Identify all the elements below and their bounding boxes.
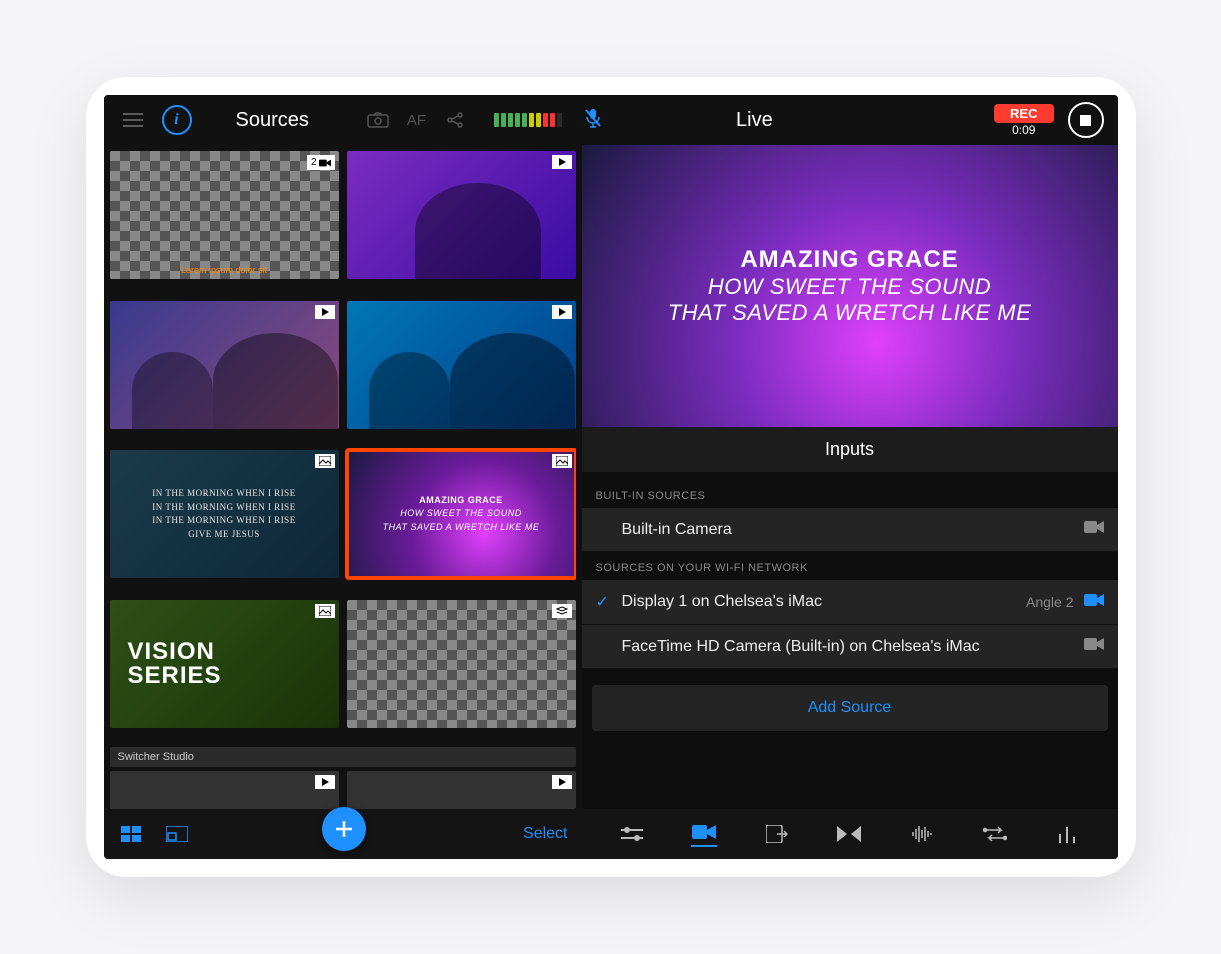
info-icon[interactable]: i — [162, 105, 192, 135]
rec-indicator: REC 0:09 — [994, 104, 1053, 137]
share-icon[interactable] — [440, 105, 470, 135]
rec-badge: REC — [994, 104, 1053, 123]
person-silhouette — [213, 333, 339, 429]
stack-badge — [552, 604, 572, 618]
source-thumb[interactable] — [347, 771, 576, 809]
builtin-section-label: BUILT-IN SOURCES — [582, 480, 1118, 508]
source-label: FaceTime HD Camera (Built-in) on Chelsea… — [622, 638, 1074, 656]
sources-panel: Lorem ipsum dolor sit 2 IN THE MORNING W… — [104, 145, 582, 809]
add-source-button[interactable]: Add Source — [592, 685, 1108, 731]
bottom-bar-right — [582, 821, 1118, 847]
live-preview[interactable]: AMAZING GRACE HOW SWEET THE SOUND THAT S… — [582, 145, 1118, 427]
source-label: Built-in Camera — [622, 521, 1074, 539]
live-line2: HOW SWEET THE SOUND — [708, 274, 991, 300]
person-silhouette — [132, 352, 212, 429]
live-line1: AMAZING GRACE — [740, 246, 958, 274]
bottom-bar-left: Select — [104, 821, 582, 847]
stats-icon[interactable] — [1054, 821, 1080, 847]
source-thumb-selected[interactable]: AMAZING GRACE HOW SWEET THE SOUND THAT S… — [347, 450, 576, 578]
source-row[interactable]: FaceTime HD Camera (Built-in) on Chelsea… — [582, 625, 1118, 669]
source-thumb[interactable]: VISIONSERIES — [110, 600, 339, 728]
menu-icon[interactable] — [118, 105, 148, 135]
stop-icon — [1080, 115, 1091, 126]
source-thumb[interactable] — [347, 600, 576, 728]
tablet-frame: i Sources AF Live REC 0:09 Lorem ipsum d… — [86, 77, 1136, 877]
camera-icon[interactable] — [363, 105, 393, 135]
play-badge — [552, 155, 572, 169]
person-silhouette — [415, 183, 541, 279]
image-badge — [315, 604, 335, 618]
source-row[interactable]: Built-in Camera — [582, 508, 1118, 552]
wifi-section-label: SOURCES ON YOUR WI-FI NETWORK — [582, 552, 1118, 580]
live-panel: AMAZING GRACE HOW SWEET THE SOUND THAT S… — [582, 145, 1118, 809]
switch-icon[interactable] — [982, 821, 1008, 847]
title-graphic: VISIONSERIES — [116, 640, 333, 688]
play-badge — [552, 305, 572, 319]
person-silhouette — [450, 333, 576, 429]
camera-tab-icon[interactable] — [691, 821, 717, 847]
add-button[interactable] — [322, 807, 366, 851]
source-thumb[interactable] — [110, 771, 339, 809]
source-thumb[interactable] — [347, 151, 576, 279]
play-badge — [315, 305, 335, 319]
play-badge — [315, 775, 335, 789]
live-title: Live — [736, 109, 773, 132]
camera-icon — [1084, 593, 1104, 612]
layout-icon[interactable] — [164, 821, 190, 847]
inputs-header: Inputs — [582, 427, 1118, 472]
angle-label: Angle 2 — [1026, 594, 1073, 610]
play-badge — [552, 775, 572, 789]
lyric-text: IN THE MORNING WHEN I RISEIN THE MORNING… — [152, 487, 295, 541]
cam-badge: 2 — [307, 155, 335, 170]
lower-third-text: Lorem ipsum dolor sit — [110, 265, 339, 275]
inputs-list: BUILT-IN SOURCES Built-in Camera SOURCES… — [582, 472, 1118, 809]
output-icon[interactable] — [764, 821, 790, 847]
source-thumb[interactable]: IN THE MORNING WHEN I RISEIN THE MORNING… — [110, 450, 339, 578]
person-silhouette — [369, 352, 449, 429]
source-thumb[interactable] — [110, 301, 339, 429]
mic-mute-icon[interactable] — [584, 108, 602, 133]
grid-view-icon[interactable] — [118, 821, 144, 847]
source-grid: Lorem ipsum dolor sit 2 IN THE MORNING W… — [110, 151, 576, 741]
bottom-bar: Select — [104, 809, 1118, 859]
sources-title: Sources — [236, 109, 309, 132]
group-bar[interactable]: Switcher Studio — [110, 747, 576, 767]
camera-icon — [1084, 637, 1104, 656]
lyric-text: AMAZING GRACE HOW SWEET THE SOUND THAT S… — [383, 494, 540, 535]
rec-time: 0:09 — [994, 123, 1053, 137]
main-area: Lorem ipsum dolor sit 2 IN THE MORNING W… — [104, 145, 1118, 809]
app-screen: i Sources AF Live REC 0:09 Lorem ipsum d… — [104, 95, 1118, 859]
audio-icon[interactable] — [909, 821, 935, 847]
sliders-icon[interactable] — [619, 821, 645, 847]
check-icon: ✓ — [596, 592, 612, 612]
source-thumb[interactable]: Lorem ipsum dolor sit 2 — [110, 151, 339, 279]
group-row — [110, 771, 576, 809]
audio-meter — [494, 113, 562, 127]
top-bar: i Sources AF Live REC 0:09 — [104, 95, 1118, 145]
source-label: Display 1 on Chelsea's iMac — [622, 593, 1017, 611]
stop-button[interactable] — [1068, 102, 1104, 138]
live-line3: THAT SAVED A WRETCH LIKE ME — [668, 300, 1032, 326]
transition-icon[interactable] — [836, 821, 862, 847]
image-badge — [552, 454, 572, 468]
source-row[interactable]: ✓ Display 1 on Chelsea's iMac Angle 2 — [582, 580, 1118, 625]
camera-icon — [1084, 520, 1104, 539]
source-thumb[interactable] — [347, 301, 576, 429]
af-button[interactable]: AF — [407, 112, 426, 129]
select-button[interactable]: Select — [523, 825, 567, 843]
image-badge — [315, 454, 335, 468]
